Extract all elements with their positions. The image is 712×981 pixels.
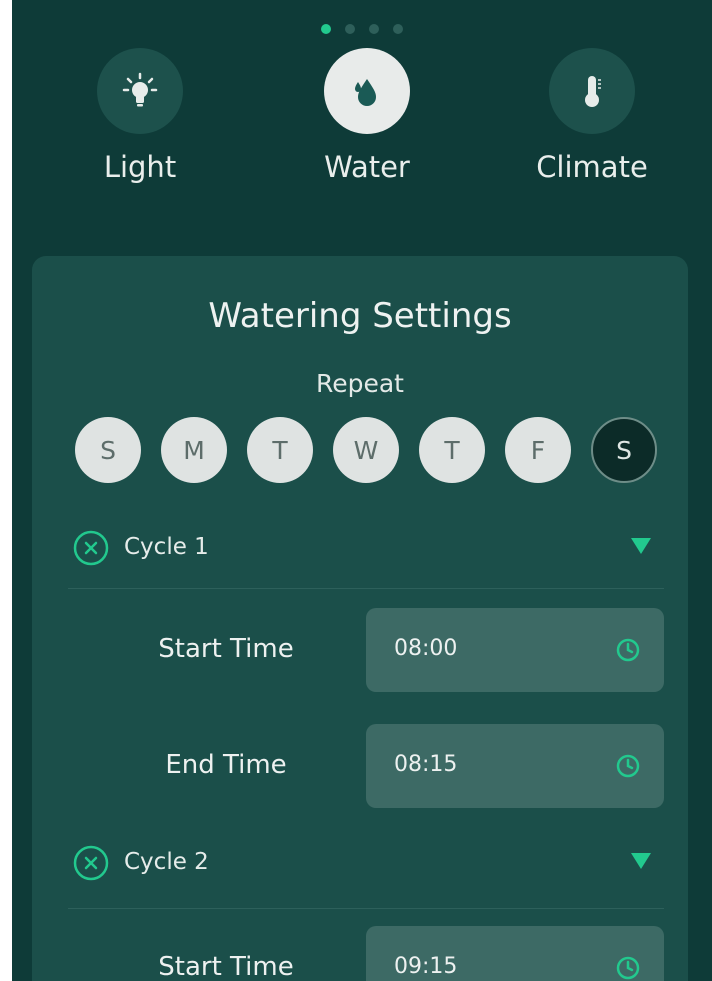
- end-time-value: 08:15: [394, 752, 458, 777]
- thermometer-icon: [585, 76, 601, 107]
- repeat-days: S M T W T F S: [75, 417, 657, 483]
- mode-water-button[interactable]: Water: [287, 48, 447, 184]
- mode-light-circle: [97, 48, 183, 134]
- repeat-label: Repeat: [315, 369, 404, 398]
- mode-climate-label: Climate: [536, 150, 648, 184]
- end-time-field[interactable]: 08:15: [366, 724, 664, 808]
- cycle-name: Cycle 1: [124, 534, 209, 560]
- day-toggle-saturday[interactable]: S: [591, 417, 657, 483]
- screen: Light Water Climate Watering Settings Re…: [12, 0, 712, 981]
- cycle-header: Cycle 2: [72, 838, 662, 886]
- mode-water-label: Water: [324, 150, 410, 184]
- mode-light-label: Light: [103, 150, 177, 184]
- page-dot[interactable]: [369, 24, 379, 34]
- page-dot[interactable]: [321, 24, 331, 34]
- end-time-label: End Time: [165, 750, 287, 780]
- cycle-header: Cycle 1: [72, 523, 662, 571]
- day-toggle-friday[interactable]: F: [505, 417, 571, 483]
- start-time-row: Start Time 08:00: [32, 608, 688, 692]
- mode-water-circle: [324, 48, 410, 134]
- expand-arrow-icon[interactable]: [630, 537, 652, 555]
- page-dot[interactable]: [345, 24, 355, 34]
- cycle-name: Cycle 2: [124, 849, 209, 875]
- divider: [68, 908, 664, 909]
- water-drop-icon: [355, 79, 376, 106]
- mode-climate-circle: [549, 48, 635, 134]
- day-toggle-sunday[interactable]: S: [75, 417, 141, 483]
- day-toggle-wednesday[interactable]: W: [333, 417, 399, 483]
- start-time-field[interactable]: 09:15: [366, 926, 664, 981]
- start-time-label: Start Time: [158, 952, 294, 981]
- expand-arrow-icon[interactable]: [630, 852, 652, 870]
- mode-climate-button[interactable]: Climate: [512, 48, 672, 184]
- day-toggle-tuesday[interactable]: T: [247, 417, 313, 483]
- divider: [68, 588, 664, 589]
- start-time-row: Start Time 09:15: [32, 926, 688, 981]
- page-dot[interactable]: [393, 24, 403, 34]
- remove-cycle-icon[interactable]: [72, 529, 110, 567]
- day-toggle-monday[interactable]: M: [161, 417, 227, 483]
- clock-icon: [616, 638, 640, 662]
- start-time-label: Start Time: [158, 634, 294, 664]
- lightbulb-icon: [122, 72, 158, 107]
- mode-light-button[interactable]: Light: [60, 48, 220, 184]
- clock-icon: [616, 956, 640, 980]
- start-time-field[interactable]: 08:00: [366, 608, 664, 692]
- page-indicator: [321, 24, 403, 34]
- end-time-row: End Time 08:15: [32, 724, 688, 808]
- day-toggle-thursday[interactable]: T: [419, 417, 485, 483]
- start-time-value: 09:15: [394, 954, 458, 979]
- panel-title: Watering Settings: [208, 296, 512, 336]
- clock-icon: [616, 754, 640, 778]
- watering-settings-panel: Watering Settings Repeat S M T W T F S C…: [32, 256, 688, 981]
- remove-cycle-icon[interactable]: [72, 844, 110, 882]
- start-time-value: 08:00: [394, 636, 458, 661]
